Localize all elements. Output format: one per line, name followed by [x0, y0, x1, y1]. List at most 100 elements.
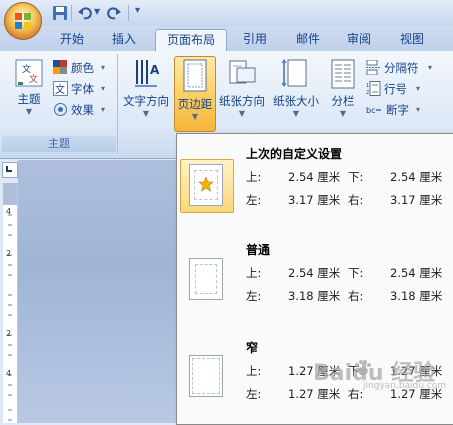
fonts-dropdown-icon: ▾: [101, 84, 106, 93]
tab-insert[interactable]: 插入: [102, 29, 146, 51]
right-value: 3.17 厘米: [390, 193, 443, 207]
text-direction-label: 文字方向: [123, 94, 169, 108]
fonts-icon: 文: [53, 81, 68, 96]
hyphenation-icon: bc: [366, 106, 381, 115]
svg-text:文: 文: [55, 83, 65, 96]
svg-text:文: 文: [29, 73, 38, 85]
left-label: 左:: [246, 289, 262, 303]
tab-references[interactable]: 引用: [233, 29, 277, 51]
hyphenation-button[interactable]: bc 断字 ▾: [366, 101, 450, 119]
text-direction-button[interactable]: A 文字方向 ▼: [120, 56, 172, 122]
bottom-label: 下:: [348, 266, 364, 280]
size-icon: [281, 59, 307, 87]
margins-label: 页边距: [177, 97, 213, 111]
theme-group-label: 主题: [2, 136, 116, 152]
size-button[interactable]: 纸张大小 ▼: [270, 56, 322, 122]
right-label: 右:: [348, 387, 364, 401]
colors-icon: [53, 60, 67, 74]
qat-separator: [128, 5, 129, 21]
top-value: 2.54 厘米: [288, 266, 341, 280]
text-direction-icon: A: [135, 60, 160, 87]
ruler-ticks: [8, 214, 12, 421]
size-dropdown-icon: ▼: [292, 109, 300, 118]
themes-icon: 文 文: [15, 59, 43, 87]
ruler-number: 4: [6, 369, 12, 378]
margin-option-title: 上次的自定义设置: [246, 147, 343, 161]
themes-button[interactable]: 文 文 主题 ▼: [8, 56, 50, 122]
tab-selector-button[interactable]: [2, 162, 18, 178]
save-icon[interactable]: [52, 5, 68, 21]
right-label: 右:: [348, 289, 364, 303]
office-button[interactable]: [4, 2, 42, 40]
qat-separator: [71, 5, 72, 21]
colors-dropdown-icon: ▾: [101, 63, 106, 72]
ruler-number: 2: [6, 249, 12, 258]
right-label: 右:: [348, 193, 364, 207]
line-numbers-label: 行号: [384, 82, 407, 96]
line-numbers-dropdown-icon: ▾: [416, 84, 421, 93]
svg-text:文: 文: [22, 63, 31, 75]
columns-label: 分栏: [331, 94, 355, 108]
line-numbers-icon: 1 2: [366, 81, 381, 96]
left-label: 左:: [246, 387, 262, 401]
page-thumbnail: [189, 164, 223, 206]
page-thumbnail: [189, 355, 223, 397]
columns-icon: [331, 59, 355, 89]
top-value: 2.54 厘米: [288, 170, 341, 184]
margins-dropdown-menu: 上次的自定义设置 上: 2.54 厘米 下: 2.54 厘米 左: 3.17 厘…: [176, 133, 453, 425]
tab-view[interactable]: 视图: [390, 29, 434, 51]
bottom-value: 2.54 厘米: [390, 266, 443, 280]
undo-dropdown-icon[interactable]: ▼: [94, 7, 100, 16]
fonts-button[interactable]: 文 字体 ▾: [53, 80, 111, 98]
orientation-label: 纸张方向: [219, 94, 265, 108]
top-label: 上:: [246, 266, 262, 280]
margin-option-normal[interactable]: 普通 上: 2.54 厘米 下: 2.54 厘米 左: 3.18 厘米 右: 3…: [177, 230, 453, 322]
effects-icon: [54, 103, 67, 116]
margins-button[interactable]: 页边距 ▼: [174, 56, 216, 132]
ruler-number: 2: [6, 329, 12, 338]
qat-customize-icon[interactable]: ▾: [135, 5, 140, 16]
tab-home[interactable]: 开始: [50, 29, 94, 51]
bottom-value: 2.54 厘米: [390, 170, 443, 184]
group-separator: [117, 54, 118, 154]
breaks-dropdown-icon: ▾: [428, 63, 433, 72]
left-tab-icon: [6, 166, 12, 172]
svg-text:2: 2: [366, 90, 369, 96]
effects-button[interactable]: 效果 ▾: [53, 101, 111, 119]
margin-option-title: 窄: [246, 341, 259, 355]
orientation-dropdown-icon: ▼: [238, 109, 246, 118]
top-label: 上:: [246, 364, 262, 378]
tab-mailings[interactable]: 邮件: [286, 29, 330, 51]
margin-option-last-custom[interactable]: 上次的自定义设置 上: 2.54 厘米 下: 2.54 厘米 左: 3.17 厘…: [177, 134, 453, 226]
orientation-button[interactable]: 纸张方向 ▼: [216, 56, 268, 122]
columns-button[interactable]: 分栏 ▼: [326, 56, 360, 122]
tab-page-layout[interactable]: 页面布局: [155, 29, 227, 52]
columns-dropdown-icon: ▼: [339, 109, 347, 118]
fonts-label: 字体: [71, 82, 94, 96]
breaks-button[interactable]: 分隔符 ▾: [366, 59, 450, 77]
baidu-watermark-url: jingyan.baidu.com: [363, 381, 447, 391]
left-label: 左:: [246, 193, 262, 207]
ruler-number: 4: [6, 207, 12, 216]
effects-dropdown-icon: ▾: [101, 105, 106, 114]
redo-icon[interactable]: [106, 5, 122, 21]
tab-review[interactable]: 审阅: [337, 29, 381, 51]
ruler-margin: [3, 183, 17, 205]
page-thumbnail: [189, 258, 223, 300]
vertical-ruler[interactable]: 4 2 2 4: [3, 183, 18, 423]
svg-text:A: A: [150, 63, 160, 77]
margins-icon: [183, 59, 207, 92]
undo-icon[interactable]: [77, 5, 93, 21]
hyphenation-dropdown-icon: ▾: [416, 105, 421, 114]
left-value: 3.18 厘米: [288, 289, 341, 303]
margins-dropdown-icon: ▼: [191, 112, 199, 121]
star-icon: [198, 176, 214, 192]
themes-dropdown-icon: ▼: [25, 107, 33, 116]
orientation-icon: [229, 60, 256, 84]
text-direction-dropdown-icon: ▼: [142, 109, 150, 118]
themes-label: 主题: [17, 92, 41, 106]
line-numbers-button[interactable]: 1 2 行号 ▾: [366, 80, 450, 98]
colors-label: 颜色: [71, 61, 94, 75]
colors-button[interactable]: 颜色 ▾: [53, 59, 111, 77]
hyphenation-label: 断字: [386, 103, 409, 117]
